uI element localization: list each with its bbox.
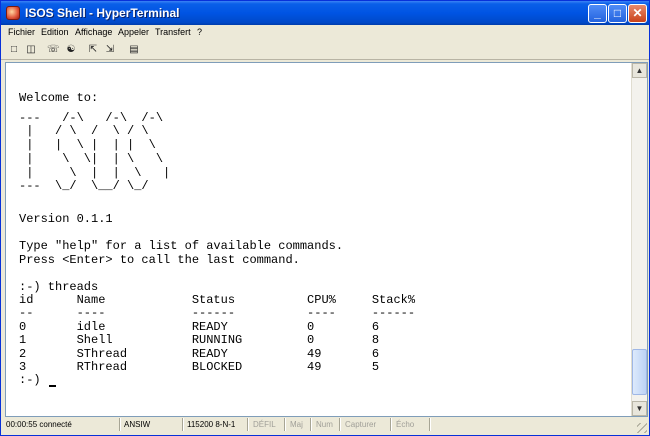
- hyperterminal-app-icon[interactable]: [6, 6, 20, 20]
- status-divider: [339, 418, 341, 431]
- terminal-line: 3 RThread BLOCKED 49 5: [19, 360, 380, 374]
- title-bar[interactable]: ISOS Shell - HyperTerminal _ □ ✕: [1, 1, 649, 25]
- toolbar: □ ◫ ☏ ☯ ⇱ ⇲ ▤: [1, 41, 649, 60]
- status-divider: [119, 418, 121, 431]
- terminal-line: Welcome to:: [19, 91, 99, 105]
- properties-icon[interactable]: ▤: [128, 44, 140, 56]
- terminal-line: Type "help" for a list of available comm…: [19, 239, 344, 253]
- terminal-line: | | \ | | | \: [19, 138, 156, 152]
- receive-icon[interactable]: ⇲: [104, 44, 116, 56]
- menu-edition[interactable]: Edition: [41, 27, 69, 37]
- status-connection-time: 00:00:55 connecté: [6, 420, 72, 429]
- status-divider: [310, 418, 312, 431]
- status-capture: Capturer: [345, 420, 377, 429]
- terminal-frame: Welcome to: --- /-\ /-\ /-\ | / \ / \ / …: [5, 62, 648, 417]
- status-divider: [284, 418, 286, 431]
- text-cursor: [49, 385, 56, 387]
- terminal-line: Version 0.1.1: [19, 212, 113, 226]
- send-icon[interactable]: ⇱: [87, 44, 99, 56]
- menu-help[interactable]: ?: [197, 27, 202, 37]
- menu-fichier[interactable]: Fichier: [8, 27, 35, 37]
- close-button[interactable]: ✕: [628, 4, 647, 23]
- terminal-line: --- \_/ \__/ \_/: [19, 179, 149, 193]
- status-bar: 00:00:55 connecté ANSIW 115200 8-N-1 DÉF…: [1, 415, 649, 435]
- terminal-prompt: :-): [19, 373, 48, 387]
- open-folder-icon[interactable]: ◫: [25, 44, 37, 56]
- vertical-scrollbar[interactable]: ▲ ▼: [631, 63, 647, 416]
- new-file-icon[interactable]: □: [8, 44, 20, 56]
- scroll-up-arrow-icon[interactable]: ▲: [632, 63, 647, 78]
- status-divider: [429, 418, 431, 431]
- menu-affichage[interactable]: Affichage: [75, 27, 112, 37]
- menu-bar: Fichier Edition Affichage Appeler Transf…: [1, 25, 649, 41]
- status-caps: Maj: [290, 420, 303, 429]
- terminal-line: | \ \| | \ \: [19, 152, 164, 166]
- window-title: ISOS Shell - HyperTerminal: [25, 6, 180, 20]
- phone-icon[interactable]: ☏: [47, 44, 60, 56]
- status-divider: [182, 418, 184, 431]
- terminal-line: -- ---- ------ ---- ------: [19, 306, 416, 320]
- resize-grip-icon[interactable]: [637, 423, 647, 433]
- menu-transfert[interactable]: Transfert: [155, 27, 191, 37]
- status-port-settings: 115200 8-N-1: [187, 420, 236, 429]
- hyperterminal-window: ISOS Shell - HyperTerminal _ □ ✕ Fichier…: [0, 0, 650, 436]
- maximize-button[interactable]: □: [608, 4, 627, 23]
- minimize-button[interactable]: _: [588, 4, 607, 23]
- terminal-line: 1 Shell RUNNING 0 8: [19, 333, 380, 347]
- status-scroll: DÉFIL: [253, 420, 276, 429]
- status-emulation: ANSIW: [124, 420, 151, 429]
- menu-appeler[interactable]: Appeler: [118, 27, 149, 37]
- terminal-output[interactable]: Welcome to: --- /-\ /-\ /-\ | / \ / \ / …: [19, 63, 629, 416]
- status-divider: [390, 418, 392, 431]
- status-num: Num: [316, 420, 333, 429]
- scroll-down-arrow-icon[interactable]: ▼: [632, 401, 647, 416]
- status-echo: Écho: [396, 420, 415, 429]
- status-divider: [247, 418, 249, 431]
- disconnect-icon[interactable]: ☯: [65, 44, 77, 56]
- scrollbar-thumb[interactable]: [632, 349, 647, 395]
- terminal-line: Press <Enter> to call the last command.: [19, 253, 300, 267]
- terminal-line: | / \ / \ / \: [19, 124, 149, 138]
